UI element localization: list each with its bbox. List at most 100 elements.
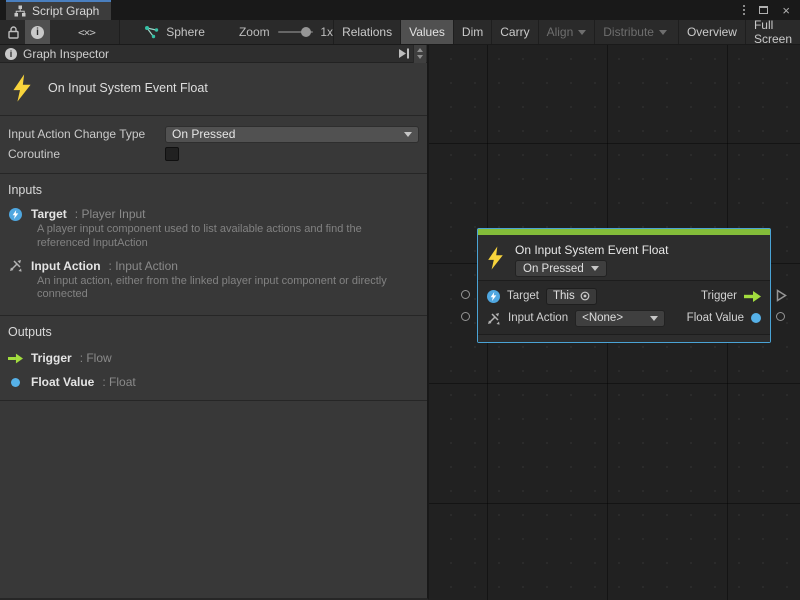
player-input-icon — [487, 290, 500, 303]
port-type: : Float — [102, 375, 135, 389]
lock-icon — [8, 26, 19, 39]
input-doc-input-action: Input Action : Input Action An input act… — [0, 256, 427, 308]
change-type-label: Input Action Change Type — [8, 127, 165, 141]
port-type: : Player Input — [75, 207, 146, 221]
close-icon[interactable]: × — [782, 4, 790, 17]
node-title: On Input System Event Float — [515, 243, 668, 257]
inspector-empty-area — [0, 401, 427, 598]
flow-arrow-icon — [8, 353, 23, 364]
lightning-bolt-icon — [487, 246, 504, 270]
target-port-label: Target — [507, 290, 539, 302]
target-input-port[interactable] — [461, 290, 470, 299]
flow-arrow-icon — [744, 291, 761, 302]
mode-dropdown[interactable]: On Pressed — [515, 260, 607, 277]
port-type: : Flow — [80, 351, 112, 365]
output-doc-trigger: Trigger : Flow — [0, 346, 427, 370]
coroutine-row: Coroutine — [0, 144, 427, 164]
scroll-down-icon[interactable] — [417, 55, 423, 59]
more-menu-icon[interactable] — [743, 5, 745, 15]
panel-title: Graph Inspector — [23, 47, 392, 61]
output-doc-float-value: Float Value : Float — [0, 370, 427, 394]
zoom-label: Zoom — [239, 20, 270, 44]
object-picker-icon[interactable] — [580, 291, 590, 301]
object-name-label: Sphere — [166, 25, 205, 39]
coroutine-checkbox[interactable] — [165, 147, 179, 161]
graph-toolbar: i <×> Sphere Zoom 1x Relations Values Di… — [0, 20, 800, 45]
tab-script-graph[interactable]: Script Graph — [6, 0, 111, 20]
panel-scrollbar[interactable] — [413, 45, 426, 63]
inspected-node-title: On Input System Event Float — [48, 81, 208, 95]
inspector-toggle-button[interactable]: i — [25, 20, 50, 44]
lightning-bolt-icon — [12, 74, 32, 102]
port-description: An input action, either from the linked … — [37, 275, 415, 303]
input-doc-target: Target : Player Input A player input com… — [0, 204, 427, 256]
code-icon: <×> — [78, 26, 95, 39]
change-type-dropdown[interactable]: On Pressed — [165, 126, 419, 143]
node-title-block: On Input System Event Float — [0, 63, 427, 115]
inputs-heading: Inputs — [0, 174, 427, 204]
info-icon: i — [5, 48, 17, 60]
port-name: Float Value — [31, 375, 94, 389]
script-graph-icon — [14, 5, 26, 17]
zoom-slider-handle[interactable] — [301, 27, 311, 37]
port-name: Trigger — [31, 351, 72, 365]
chevron-down-icon — [659, 30, 667, 35]
chevron-down-icon — [650, 316, 658, 321]
graph-inspector-header: i Graph Inspector — [0, 45, 427, 63]
zoom-value: 1x — [320, 20, 333, 44]
graph-inspector-panel: i Graph Inspector On Input — [0, 45, 429, 600]
values-button[interactable]: Values — [400, 20, 453, 44]
info-icon: i — [31, 26, 44, 39]
target-port-row: Target This Trigger — [487, 285, 761, 307]
dim-button[interactable]: Dim — [453, 20, 491, 44]
float-value-icon — [11, 378, 20, 387]
node-footer — [478, 334, 770, 342]
dock-panel-icon[interactable] — [398, 48, 410, 59]
scroll-up-icon[interactable] — [417, 48, 423, 52]
full-screen-button[interactable]: Full Screen — [745, 20, 800, 44]
distribute-button[interactable]: Distribute — [594, 20, 675, 44]
relations-button[interactable]: Relations — [333, 20, 400, 44]
input-action-input-port[interactable] — [461, 312, 470, 321]
change-type-row: Input Action Change Type On Pressed — [0, 124, 427, 144]
titlebar: Script Graph × — [0, 0, 800, 20]
zoom-slider[interactable] — [278, 20, 314, 44]
node-settings-form: Input Action Change Type On Pressed Coro… — [0, 116, 427, 173]
overview-button[interactable]: Overview — [678, 20, 745, 44]
float-value-icon — [751, 313, 761, 323]
target-object-field[interactable]: This — [546, 288, 597, 305]
chevron-down-icon — [578, 30, 586, 35]
float-value-port-label: Float Value — [687, 312, 744, 324]
chevron-down-icon — [404, 132, 412, 137]
maximize-icon[interactable] — [759, 6, 768, 14]
unity-graph-window: Script Graph × i <×> — [0, 0, 800, 600]
input-action-port-row: Input Action <None> Float Value — [487, 307, 761, 329]
window-controls: × — [743, 0, 800, 20]
on-input-system-event-float-node[interactable]: On Input System Event Float On Pressed T… — [477, 228, 771, 343]
carry-button[interactable]: Carry — [491, 20, 537, 44]
player-input-icon — [9, 208, 22, 221]
trigger-output-port[interactable] — [776, 289, 787, 302]
port-name: Input Action — [31, 259, 101, 273]
toolbar-toggle-group: Relations Values Dim Carry Align Distrib… — [333, 20, 800, 44]
port-description: A player input component used to list av… — [37, 223, 415, 251]
graph-canvas[interactable]: On Input System Event Float On Pressed T… — [429, 45, 800, 600]
node-body: Target This Trigger — [478, 280, 770, 334]
graph-node-icon — [145, 26, 159, 39]
chevron-down-icon — [591, 266, 599, 271]
float-value-output-port[interactable] — [776, 312, 785, 321]
tab-title: Script Graph — [32, 4, 99, 18]
outputs-heading: Outputs — [0, 316, 427, 346]
lock-button[interactable] — [0, 20, 25, 44]
code-view-button[interactable]: <×> — [72, 20, 101, 44]
port-type: : Input Action — [109, 259, 178, 273]
trigger-port-label: Trigger — [701, 290, 737, 302]
align-button[interactable]: Align — [538, 20, 595, 44]
input-action-port-label: Input Action — [508, 312, 568, 324]
input-action-dropdown[interactable]: <None> — [575, 310, 665, 327]
input-action-icon — [9, 259, 23, 272]
port-name: Target — [31, 207, 67, 221]
node-header[interactable]: On Input System Event Float On Pressed — [478, 235, 770, 280]
coroutine-label: Coroutine — [8, 147, 165, 161]
zoom-to-object-button[interactable]: Sphere — [137, 20, 213, 44]
